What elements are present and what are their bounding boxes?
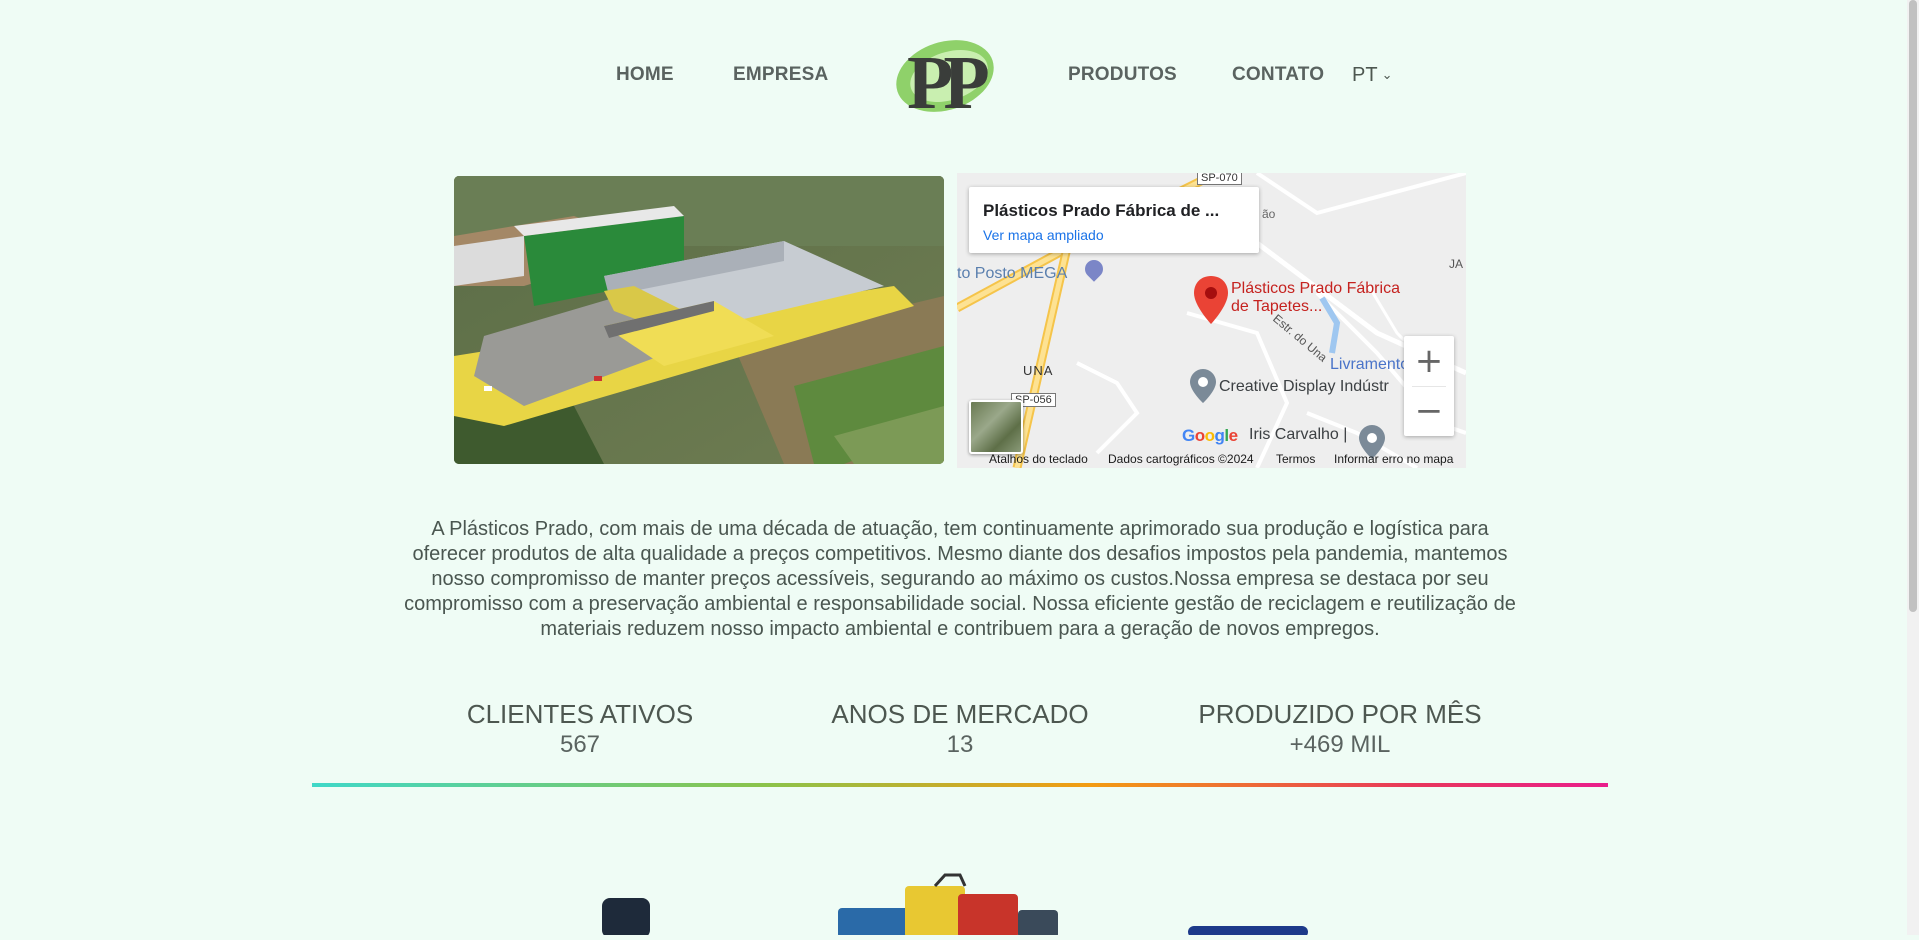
terms-link[interactable]: Termos [1276,452,1315,466]
place-una: UNA [1023,363,1054,378]
map-footer: Atalhos do teclado Dados cartográficos ©… [957,449,1466,468]
marker-label[interactable]: Plásticos Prado Fábrica de Tapetes... [1231,280,1400,316]
map-pin-icon[interactable] [1194,276,1228,324]
place-jaj: JA [1449,257,1464,271]
logo-icon: PP [896,40,998,125]
stat-label: CLIENTES ATIVOS [466,699,694,729]
main-nav: HOME EMPRESA PP PRODUTOS CONTATO PT ⌄ [0,0,1900,150]
company-description: A Plásticos Prado, com mais de uma décad… [404,518,1516,640]
place-livramento[interactable]: Livramento [1330,356,1409,374]
page-scrollbar[interactable] [1907,0,1919,935]
products-preview [0,870,1919,938]
product-image[interactable] [1188,926,1308,938]
stat-value: 13 [946,731,974,758]
stat-clientes: CLIENTES ATIVOS 567 [410,698,750,760]
logo[interactable]: PP [893,36,1001,125]
stat-label: ANOS DE MERCADO [831,699,1089,729]
embedded-map[interactable]: SP-070 ão to Posto MEGA JA Plásticos Pra… [957,173,1466,468]
google-logo: Google [1182,426,1238,445]
chevron-down-icon: ⌄ [1381,67,1393,82]
stat-anos: ANOS DE MERCADO 13 [790,698,1130,760]
report-error-link[interactable]: Informar erro no mapa [1334,452,1453,466]
place-iris-carvalho[interactable]: Iris Carvalho | [1249,426,1347,444]
zoom-controls: + − [1404,336,1454,436]
language-label: PT [1352,64,1378,86]
nav-produtos[interactable]: PRODUTOS [1068,64,1177,86]
scrollbar-thumb[interactable] [1909,0,1917,612]
zoom-out-button[interactable]: − [1404,386,1454,436]
place-posto-mega[interactable]: to Posto MEGA [957,265,1067,283]
map-data-credit: Dados cartográficos ©2024 [1108,452,1254,466]
zoom-in-button[interactable]: + [1404,336,1454,386]
product-image[interactable] [838,873,1058,938]
map-card-title: Plásticos Prado Fábrica de ... [983,201,1220,220]
map-info-card: Plásticos Prado Fábrica de ... Ver mapa … [969,187,1259,253]
keyboard-shortcuts-link[interactable]: Atalhos do teclado [989,452,1088,466]
gradient-divider [312,783,1608,787]
road-label-ao: ão [1262,207,1276,221]
view-larger-map-link[interactable]: Ver mapa ampliado [983,227,1104,243]
stat-value: +469 MIL [1289,731,1391,758]
stat-produzido: PRODUZIDO POR MÊS +469 MIL [1170,698,1510,760]
factory-aerial-photo [454,176,944,464]
product-image[interactable] [602,898,650,938]
nav-contato[interactable]: CONTATO [1232,64,1324,86]
satellite-toggle[interactable] [969,400,1023,454]
marker-label-line2: de Tapetes... [1231,298,1323,315]
logo-text: PP [907,41,988,114]
nav-empresa[interactable]: EMPRESA [733,64,828,86]
language-selector[interactable]: PT ⌄ [1352,64,1392,87]
nav-home[interactable]: HOME [616,64,674,86]
place-pin-icon[interactable] [1190,369,1216,403]
road-shield-sp070: SP-070 [1197,173,1242,185]
stat-value: 567 [559,731,601,758]
place-creative-display[interactable]: Creative Display Indústr [1219,378,1389,396]
stat-label: PRODUZIDO POR MÊS [1198,699,1482,729]
marker-label-line1: Plásticos Prado Fábrica [1231,280,1400,297]
